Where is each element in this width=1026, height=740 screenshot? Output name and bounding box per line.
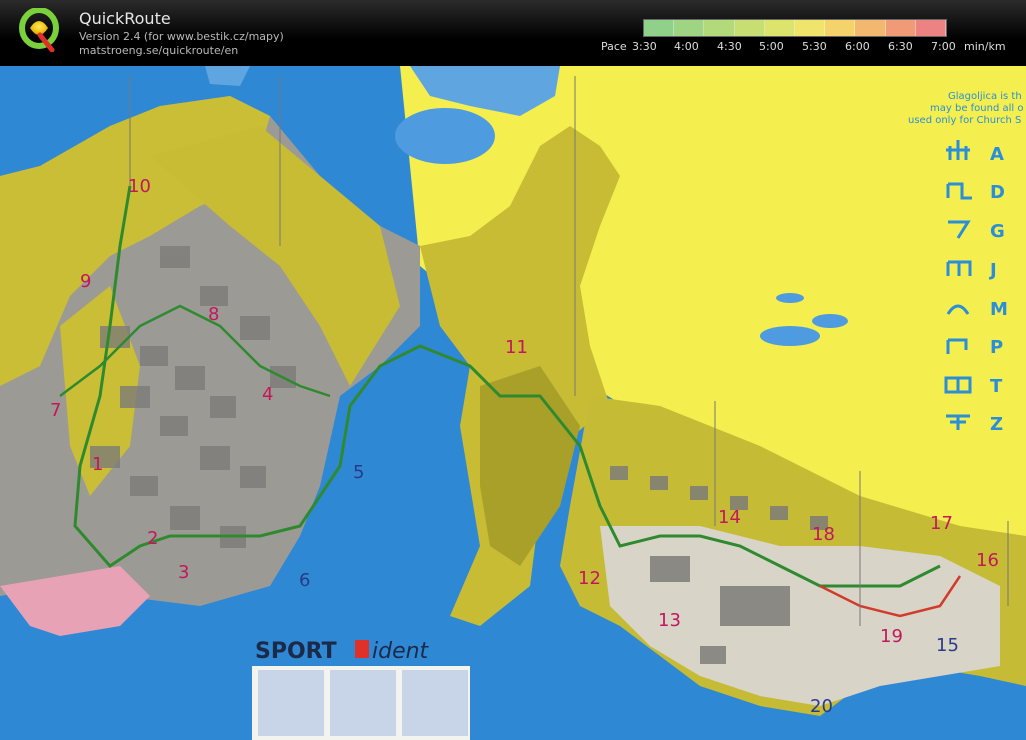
fish-shape xyxy=(776,293,804,303)
pace-color-scale xyxy=(643,19,947,37)
pace-tick: 4:00 xyxy=(674,40,699,53)
control-number: 3 xyxy=(178,562,189,583)
pace-scale-segment xyxy=(855,20,886,36)
glyph-letter: M xyxy=(990,299,1008,320)
sponsor-mark xyxy=(355,640,369,658)
quickroute-logo-icon xyxy=(19,8,59,52)
control-number: 1 xyxy=(92,454,103,475)
pace-tick: 5:30 xyxy=(802,40,827,53)
control-number: 8 xyxy=(208,304,219,325)
pace-scale-segment xyxy=(704,20,735,36)
lobster-stamp-icon xyxy=(330,670,396,736)
control-number: 5 xyxy=(353,462,364,483)
fish-shape xyxy=(760,326,820,346)
pace-tick: 6:30 xyxy=(888,40,913,53)
pace-tick: 4:30 xyxy=(717,40,742,53)
pace-tick: 5:00 xyxy=(759,40,784,53)
legend-line: used only for Church S xyxy=(908,115,1021,126)
control-number: 2 xyxy=(147,528,158,549)
pace-tick: 7:00 xyxy=(931,40,956,53)
control-number: 14 xyxy=(718,507,741,528)
legend-line: may be found all o xyxy=(930,103,1023,114)
glyph-letter: A xyxy=(990,144,1004,165)
pace-label: Pace xyxy=(601,40,627,53)
pace-scale-segment xyxy=(644,20,675,36)
control-number: 4 xyxy=(262,384,273,405)
glyph-letter: T xyxy=(990,376,1003,397)
sponsor-suffix: ident xyxy=(372,639,430,664)
glyph-letter: G xyxy=(990,221,1005,242)
control-number: 10 xyxy=(128,176,151,197)
glyph-letter: D xyxy=(990,182,1005,203)
control-number: 17 xyxy=(930,513,953,534)
pace-scale-segment xyxy=(885,20,916,36)
pace-scale-segment xyxy=(825,20,856,36)
control-number: 11 xyxy=(505,337,528,358)
app-version: Version 2.4 (for www.bestik.cz/mapy) xyxy=(79,30,284,43)
control-number: 13 xyxy=(658,610,681,631)
pace-scale-segment xyxy=(764,20,796,36)
pace-scale-segment xyxy=(795,20,826,36)
app-url: matstroeng.se/quickroute/en xyxy=(79,44,239,57)
pace-tick: 3:30 xyxy=(632,40,657,53)
glyph-letter: Z xyxy=(990,414,1003,435)
control-number: 15 xyxy=(936,635,959,656)
sponsor-name: SPORT xyxy=(255,639,337,664)
legend-line: Glagoljica is th xyxy=(948,91,1022,102)
control-number: 19 xyxy=(880,626,903,647)
control-number: 18 xyxy=(812,524,835,545)
control-number: 6 xyxy=(299,570,310,591)
pace-scale-segment xyxy=(734,20,765,36)
control-number: 12 xyxy=(578,568,601,589)
control-number: 7 xyxy=(50,400,61,421)
pace-scale-segment xyxy=(915,20,947,36)
pace-unit: min/km xyxy=(964,40,1006,53)
control-number: 16 xyxy=(976,550,999,571)
fish-shape xyxy=(812,314,848,328)
app-title: QuickRoute xyxy=(79,9,171,28)
pace-scale-segment xyxy=(674,20,705,36)
orienteering-map[interactable]: 10 9 8 4 7 1 5 3 6 2 11 14 12 13 18 17 1… xyxy=(0,66,1026,740)
control-number: 9 xyxy=(80,271,91,292)
control-number: 20 xyxy=(810,696,833,717)
fish-stamp-icon xyxy=(258,670,324,736)
glyph-letter: P xyxy=(990,337,1003,358)
seahorse-stamp-icon xyxy=(402,670,468,736)
app-header: QuickRoute Version 2.4 (for www.bestik.c… xyxy=(0,0,1026,66)
fish-shape xyxy=(395,108,495,164)
pace-tick: 6:00 xyxy=(845,40,870,53)
glyph-letter: J xyxy=(988,260,997,281)
